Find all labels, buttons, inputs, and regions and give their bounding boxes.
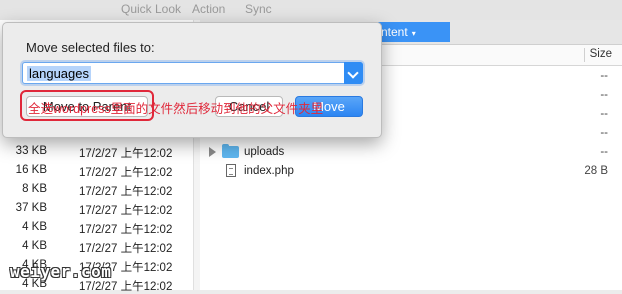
- file-date: 17/2/27 上午12:02: [79, 186, 173, 198]
- destination-combobox[interactable]: languages: [22, 62, 363, 84]
- file-size: 28 B: [584, 165, 608, 177]
- file-name: index.php: [244, 165, 294, 177]
- list-item[interactable]: 33 KB 17/2/27 上午12:02: [0, 142, 193, 161]
- destination-field-value[interactable]: languages: [27, 66, 91, 81]
- dialog-title: Move selected files to:: [26, 40, 155, 55]
- document-icon: [226, 164, 236, 177]
- instruction-annotation: 全选wordpress里面的文件然后移动到他的父文件夹里: [28, 102, 324, 116]
- list-item[interactable]: 4 KB 17/2/27 上午12:02: [0, 237, 193, 256]
- file-name: uploads: [244, 146, 285, 158]
- folder-icon: [222, 144, 239, 158]
- chevron-down-icon[interactable]: [344, 62, 363, 84]
- file-size: 4 KB: [22, 221, 47, 233]
- path-segment-current[interactable]: ntent ▾: [378, 22, 450, 42]
- path-segment-label: ntent: [381, 25, 408, 39]
- file-size: 37 KB: [15, 202, 47, 214]
- file-date: 17/2/27 上午12:02: [79, 148, 173, 160]
- list-item[interactable]: 4 KB 17/2/27 上午12:02: [0, 218, 193, 237]
- file-date: 17/2/27 上午12:02: [79, 224, 173, 236]
- file-size: --: [600, 146, 608, 158]
- table-row[interactable]: uploads --: [200, 143, 622, 162]
- quick-look-button[interactable]: Quick Look: [121, 2, 181, 16]
- disclosure-triangle-icon[interactable]: [209, 147, 216, 157]
- file-size: 4 KB: [22, 240, 47, 252]
- file-size: 8 KB: [22, 183, 47, 195]
- action-button[interactable]: Action: [192, 2, 225, 16]
- file-date: 17/2/27 上午12:02: [79, 243, 173, 255]
- size-column-header[interactable]: Size: [590, 48, 612, 60]
- list-item[interactable]: 8 KB 17/2/27 上午12:02: [0, 180, 193, 199]
- table-row[interactable]: index.php 28 B: [200, 162, 622, 181]
- file-size: --: [600, 89, 608, 101]
- file-size: --: [600, 108, 608, 120]
- file-size: 16 KB: [15, 164, 47, 176]
- file-date: 17/2/27 上午12:02: [79, 167, 173, 179]
- finder-toolbar: Quick Look Action Sync: [0, 0, 622, 21]
- file-size: 33 KB: [15, 145, 47, 157]
- watermark: weiyer.com: [10, 262, 112, 281]
- file-size: --: [600, 70, 608, 82]
- move-files-dialog: Move selected files to: languages Move t…: [2, 22, 382, 138]
- sync-button[interactable]: Sync: [245, 2, 272, 16]
- file-size: --: [600, 127, 608, 139]
- list-item[interactable]: 16 KB 17/2/27 上午12:02: [0, 161, 193, 180]
- chevron-down-icon: ▾: [411, 29, 416, 38]
- file-date: 17/2/27 上午12:02: [79, 205, 173, 217]
- list-item[interactable]: 37 KB 17/2/27 上午12:02: [0, 199, 193, 218]
- column-separator[interactable]: [584, 48, 585, 62]
